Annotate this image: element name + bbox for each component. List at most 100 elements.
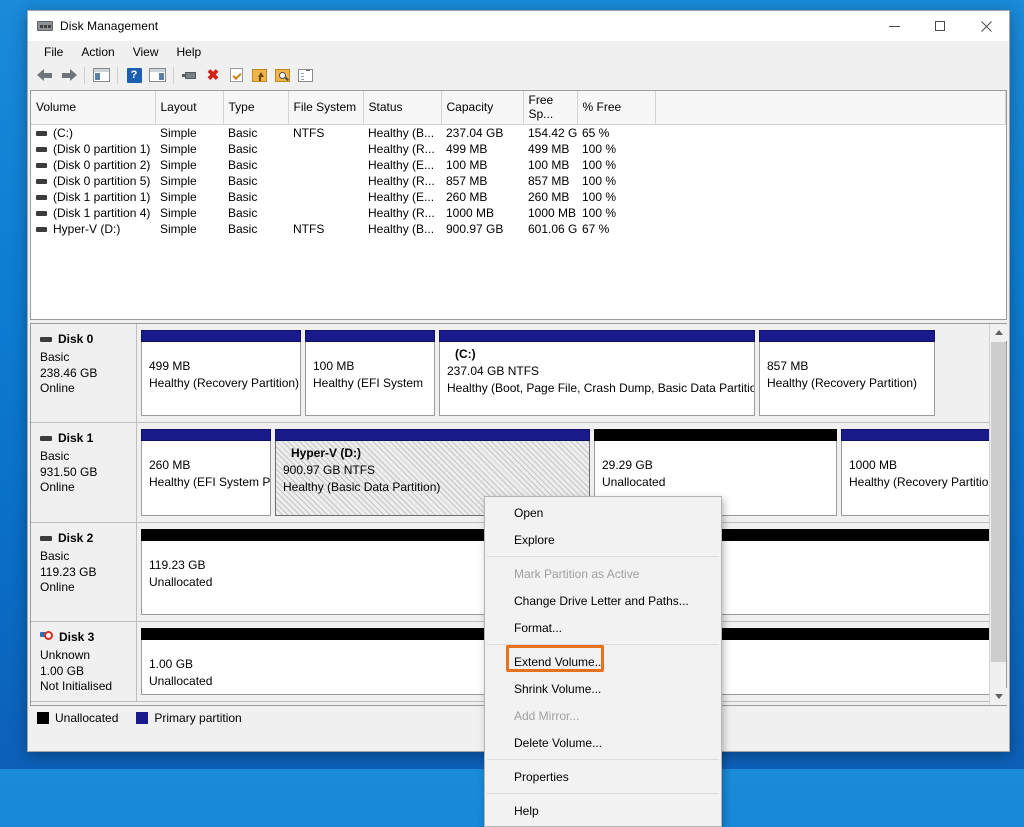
table-row[interactable]: (Disk 0 partition 5) Simple Basic Healthy (… bbox=[31, 173, 1006, 189]
table-row[interactable]: Hyper-V (D:) Simple Basic NTFS Healthy (B...… bbox=[31, 221, 1006, 237]
folder-up-icon[interactable] bbox=[248, 64, 270, 86]
volume-icon bbox=[36, 146, 47, 152]
partition[interactable]: (C:) 237.04 GB NTFS Healthy (Boot, Page Fi… bbox=[439, 330, 755, 416]
context-menu-item-help[interactable]: Help bbox=[485, 797, 721, 824]
maximize-button[interactable] bbox=[917, 11, 963, 41]
partition-size: 100 MB bbox=[313, 359, 355, 373]
column-header-capacity[interactable]: Capacity bbox=[441, 91, 524, 125]
disk-size: 1.00 GB bbox=[40, 663, 85, 678]
volume-list-panel[interactable]: Volume Layout Type File System Status Ca… bbox=[30, 90, 1007, 320]
context-menu-item-shrink-volume[interactable]: Shrink Volume... bbox=[485, 675, 721, 702]
scroll-down-button[interactable] bbox=[990, 688, 1007, 705]
context-menu-item-explore[interactable]: Explore bbox=[485, 526, 721, 553]
detail-list-icon[interactable] bbox=[294, 64, 316, 86]
volume-free-space: 1000 MB bbox=[528, 206, 577, 220]
context-menu-item-properties[interactable]: Properties bbox=[485, 763, 721, 790]
show-hide-console-tree-icon[interactable] bbox=[146, 64, 168, 86]
partition-size: 29.29 GB bbox=[602, 458, 653, 472]
column-header-file-system[interactable]: File System bbox=[288, 91, 364, 125]
column-header-status[interactable]: Status bbox=[363, 91, 442, 125]
context-menu-item-extend-volume[interactable]: Extend Volume... bbox=[485, 648, 721, 675]
menu-view[interactable]: View bbox=[124, 43, 168, 61]
volume-capacity: 1000 MB bbox=[446, 206, 495, 220]
menu-action[interactable]: Action bbox=[72, 43, 123, 61]
volume-icon bbox=[36, 130, 47, 136]
partition[interactable]: 499 MB Healthy (Recovery Partition) bbox=[141, 330, 301, 416]
volume-type: Basic bbox=[228, 190, 258, 204]
table-row[interactable]: (C:) Simple Basic NTFS Healthy (B... 237.04 G… bbox=[31, 125, 1006, 142]
plug-icon[interactable] bbox=[179, 64, 201, 86]
toolbar-separator bbox=[84, 66, 85, 84]
disk-name: Disk 2 bbox=[58, 531, 94, 545]
partition-details[interactable]: 1000 MB Healthy (Recovery Partition) bbox=[841, 441, 989, 516]
partition-color-bar bbox=[759, 330, 935, 342]
disk-management-window: Disk Management File Action View Help ? bbox=[27, 10, 1010, 827]
up-one-level-icon[interactable] bbox=[90, 64, 112, 86]
title-bar: Disk Management bbox=[28, 11, 1009, 41]
close-button[interactable] bbox=[963, 11, 1009, 41]
context-menu-item-format[interactable]: Format... bbox=[485, 614, 721, 641]
disk-info-disk-0[interactable]: Disk 0 Basic 238.46 GB Online bbox=[31, 324, 137, 422]
volume-capacity: 857 MB bbox=[446, 174, 488, 188]
volume-capacity: 900.97 GB bbox=[446, 222, 504, 236]
volume-name: (Disk 1 partition 1) bbox=[31, 189, 155, 205]
back-icon[interactable] bbox=[34, 64, 56, 86]
volume-status: Healthy (B... bbox=[368, 222, 435, 236]
table-row[interactable]: (Disk 1 partition 4) Simple Basic Healthy (… bbox=[31, 205, 1006, 221]
context-menu-item-open[interactable]: Open bbox=[485, 499, 721, 526]
table-row[interactable]: (Disk 1 partition 1) Simple Basic Healthy (… bbox=[31, 189, 1006, 205]
column-header-free-space[interactable]: Free Sp... bbox=[523, 91, 578, 125]
help-icon[interactable]: ? bbox=[123, 64, 145, 86]
menu-file[interactable]: File bbox=[35, 43, 72, 61]
disk-info-disk-2[interactable]: Disk 2 Basic 119.23 GB Online bbox=[31, 523, 137, 621]
scrollbar-thumb[interactable] bbox=[991, 342, 1006, 662]
volume-label: (Disk 0 partition 5) bbox=[53, 174, 151, 188]
partition-details[interactable]: (C:) 237.04 GB NTFS Healthy (Boot, Page Fi… bbox=[439, 342, 755, 416]
partition[interactable]: 260 MB Healthy (EFI System Pa bbox=[141, 429, 271, 516]
disk-name: Disk 1 bbox=[58, 431, 94, 445]
partition-details[interactable]: 260 MB Healthy (EFI System Pa bbox=[141, 441, 271, 516]
folder-search-icon[interactable] bbox=[271, 64, 293, 86]
column-header-percent-free[interactable]: % Free bbox=[577, 91, 656, 125]
disk-name: Disk 0 bbox=[58, 332, 94, 346]
partition-status: Healthy (EFI System bbox=[313, 376, 424, 390]
partition-details[interactable]: 499 MB Healthy (Recovery Partition) bbox=[141, 342, 301, 416]
partition[interactable]: 857 MB Healthy (Recovery Partition) bbox=[759, 330, 935, 416]
partition[interactable]: 100 MB Healthy (EFI System bbox=[305, 330, 435, 416]
partition[interactable]: 1000 MB Healthy (Recovery Partition) bbox=[841, 429, 989, 516]
disk-size: 238.46 GB bbox=[40, 365, 98, 380]
context-menu-item-delete-volume[interactable]: Delete Volume... bbox=[485, 729, 721, 756]
volume-status: Healthy (R... bbox=[368, 206, 435, 220]
volume-icon bbox=[36, 226, 47, 232]
minimize-button[interactable] bbox=[871, 11, 917, 41]
column-header-volume[interactable]: Volume bbox=[31, 91, 156, 125]
partition-status: Healthy (Recovery Partition) bbox=[767, 376, 918, 390]
column-header-type[interactable]: Type bbox=[223, 91, 289, 125]
table-row[interactable]: (Disk 0 partition 2) Simple Basic Healthy (… bbox=[31, 157, 1006, 173]
context-menu-item-mark-partition-as-active: Mark Partition as Active bbox=[514, 566, 640, 581]
context-menu-item-change-drive-letter-and-paths[interactable]: Change Drive Letter and Paths... bbox=[485, 587, 721, 614]
volume-free-space: 499 MB bbox=[528, 142, 570, 156]
disk-info-disk-1[interactable]: Disk 1 Basic 931.50 GB Online bbox=[31, 423, 137, 522]
table-row[interactable]: (Disk 0 partition 1) Simple Basic Healthy (… bbox=[31, 141, 1006, 157]
volume-spacer bbox=[655, 141, 1006, 157]
disk-type: Basic bbox=[40, 449, 70, 463]
column-header-layout[interactable]: Layout bbox=[155, 91, 224, 125]
partition-details[interactable]: 100 MB Healthy (EFI System bbox=[305, 342, 435, 416]
forward-icon[interactable] bbox=[57, 64, 79, 86]
column-header-spacer[interactable] bbox=[655, 91, 1006, 125]
partition-details[interactable]: 857 MB Healthy (Recovery Partition) bbox=[759, 342, 935, 416]
scroll-up-button[interactable] bbox=[990, 324, 1007, 341]
properties-check-icon[interactable] bbox=[225, 64, 247, 86]
delete-icon[interactable]: ✖ bbox=[202, 64, 224, 86]
partition-color-bar bbox=[141, 330, 301, 342]
graphical-view-scrollbar[interactable] bbox=[989, 324, 1007, 705]
partition-status: Unallocated bbox=[602, 475, 666, 489]
menu-help[interactable]: Help bbox=[168, 43, 211, 61]
disk-info-disk-3[interactable]: Disk 3 Unknown 1.00 GB Not Initialised bbox=[31, 622, 137, 701]
window-title: Disk Management bbox=[60, 19, 159, 33]
volume-spacer bbox=[655, 205, 1006, 221]
volume-spacer bbox=[655, 173, 1006, 189]
legend-swatch-unallocated bbox=[37, 711, 49, 724]
volume-icon bbox=[36, 194, 47, 200]
